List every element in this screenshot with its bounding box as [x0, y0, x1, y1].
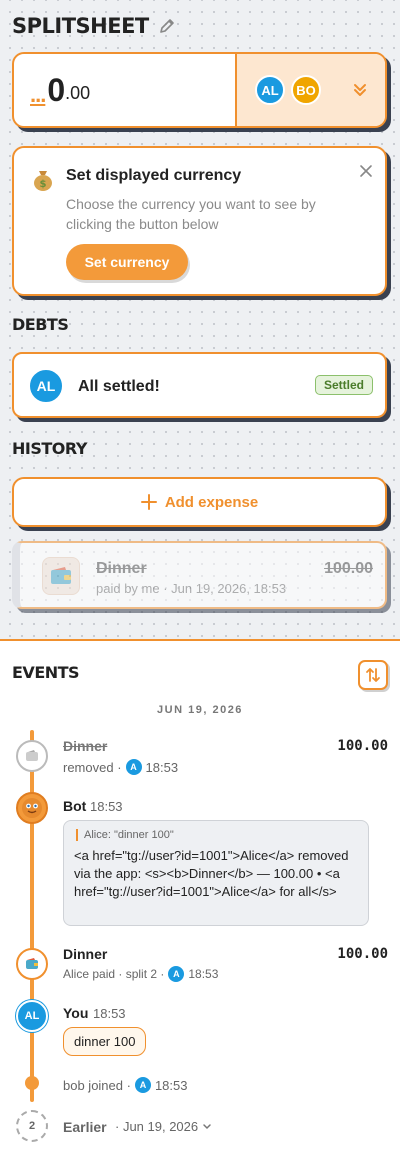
sort-button[interactable]: [358, 660, 388, 690]
timeline-line: [30, 730, 34, 1102]
edit-pencil-icon[interactable]: [157, 16, 177, 36]
bot-avatar: [16, 792, 48, 824]
wallet-icon: [26, 958, 38, 969]
member-avatars[interactable]: AL BO: [237, 54, 385, 126]
event-meta-text: removed ·: [63, 759, 122, 775]
earlier-date[interactable]: · Jun 19, 2026: [115, 1119, 212, 1134]
event-meta-text: Alice paid · split 2 ·: [63, 967, 165, 981]
avatar: AL: [16, 1000, 48, 1032]
balance-card[interactable]: ... 0 .00 AL BO: [12, 52, 387, 128]
earlier-count: 2: [28, 1120, 36, 1132]
event-time: 18:53: [145, 759, 179, 775]
quoted-message: Alice: "dinner 100": [76, 829, 358, 841]
header: SPLITSHEET: [12, 14, 177, 38]
user-name: You: [63, 1005, 89, 1021]
join-event-dot: [25, 1076, 39, 1090]
event-time: 18:53: [154, 1077, 188, 1093]
svg-text:$: $: [40, 179, 47, 190]
bot-message: Alice: "dinner 100" <a href="tg://user?i…: [63, 820, 369, 926]
earlier-count-node[interactable]: 2: [16, 1110, 48, 1142]
bot-name: Bot: [63, 798, 87, 814]
bot-time: 18:53: [90, 799, 123, 814]
event-meta: Alice paid · split 2 · A 18:53: [63, 966, 218, 982]
add-expense-button[interactable]: Add expense: [12, 477, 387, 527]
debts-label: DEBTS: [12, 315, 69, 334]
expense-amount: 100.00: [324, 560, 373, 577]
plus-icon: [140, 494, 157, 510]
event-title: Dinner: [63, 946, 108, 962]
debts-status-text: All settled!: [78, 378, 160, 395]
wallet-icon: [42, 557, 80, 595]
date-separator: JUN 19, 2026: [157, 704, 243, 716]
events-label: EVENTS: [12, 663, 80, 682]
wallet-gray-icon: [26, 750, 38, 761]
app-title: SPLITSHEET: [12, 14, 149, 38]
event-amount: 100.00: [337, 738, 388, 754]
event-amount: 100.00: [337, 946, 388, 962]
status-badge: Settled: [314, 375, 373, 395]
avatar: AL: [255, 75, 285, 105]
sort-arrows-icon: [366, 668, 380, 682]
event-title: Dinner: [63, 738, 108, 754]
money-bag-icon: $: [34, 171, 52, 191]
avatar-initials: AL: [24, 1010, 40, 1022]
expense-name: Dinner: [96, 560, 147, 577]
event-meta-text: bob joined ·: [63, 1077, 131, 1093]
avatar: BO: [291, 75, 321, 105]
double-chevron-down-icon[interactable]: [351, 81, 369, 99]
avatar: A: [134, 1077, 151, 1093]
close-icon[interactable]: [359, 164, 373, 178]
currency-card-description: Choose the currency you want to see by c…: [66, 196, 316, 232]
expense-event-node: [16, 948, 48, 980]
earlier-label[interactable]: Earlier: [63, 1119, 107, 1135]
event-meta: bob joined · A 18:53: [63, 1077, 188, 1093]
add-expense-label: Add expense: [164, 493, 259, 511]
user-message-bubble: dinner 100: [63, 1027, 147, 1056]
balance-amount: ... 0 .00: [14, 54, 237, 126]
currency-placeholder: ...: [30, 82, 46, 107]
currency-card-title: Set displayed currency: [66, 167, 242, 184]
avatar: A: [125, 759, 142, 775]
avatar: A: [168, 966, 185, 982]
event-meta: removed · A 18:53: [63, 759, 178, 775]
currency-card: $ Set displayed currency Choose the curr…: [12, 146, 387, 296]
set-currency-button[interactable]: Set currency: [66, 244, 188, 280]
main-panel: SPLITSHEET ... 0 .00 AL BO $ Set display…: [0, 0, 400, 641]
expense-item[interactable]: Dinner paid by me · Jun 19, 2026, 18:53 …: [12, 541, 387, 609]
expense-meta: paid by me · Jun 19, 2026, 18:53: [96, 581, 287, 596]
debts-card[interactable]: AL All settled! Settled: [12, 352, 387, 418]
event-time: 18:53: [188, 967, 219, 981]
bot-face-icon: [22, 798, 42, 818]
earlier-date-text: · Jun 19, 2026: [115, 1119, 199, 1134]
history-label: HISTORY: [12, 439, 87, 458]
balance-whole: 0: [47, 72, 66, 108]
balance-fraction: .00: [65, 83, 91, 104]
bot-message-text: <a href="tg://user?id=1001">Alice</a> re…: [74, 848, 349, 899]
event-time: 18:53: [93, 1006, 126, 1021]
chevron-down-icon: [203, 1123, 211, 1129]
removed-event-node: [16, 740, 48, 772]
avatar: AL: [28, 368, 64, 404]
